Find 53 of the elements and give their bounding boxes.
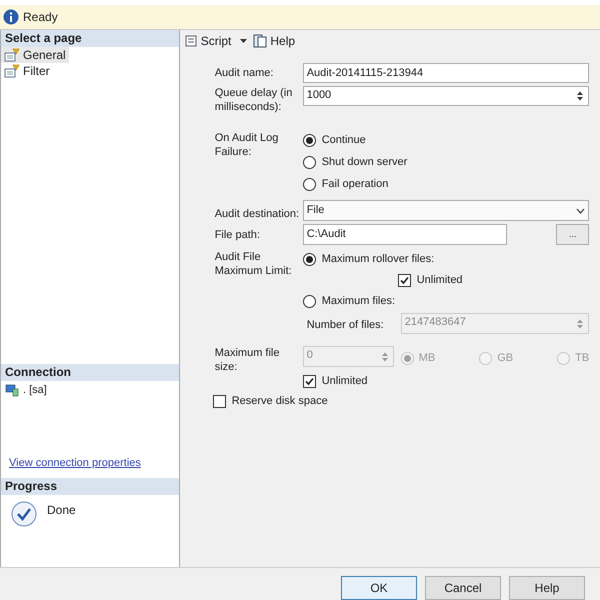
toolbar-button[interactable]: Script bbox=[184, 32, 248, 50]
section-header: Connection bbox=[1, 364, 179, 380]
checkbox-label: Unlimited bbox=[322, 374, 368, 389]
page-item[interactable]: Filter bbox=[1, 63, 179, 79]
checkbox[interactable] bbox=[398, 274, 411, 286]
field-label: Maximum file size: bbox=[214, 346, 280, 375]
field-label: Queue delay (in milliseconds): bbox=[214, 86, 294, 115]
audit-name-field[interactable]: Audit-20141115-213944 bbox=[302, 62, 590, 82]
browse-button[interactable]: ... bbox=[556, 224, 590, 245]
help-book-icon bbox=[253, 34, 268, 48]
radio-button[interactable] bbox=[302, 252, 316, 266]
unit-label: TB bbox=[575, 351, 590, 366]
field-label: Number of files: bbox=[306, 318, 385, 334]
field-label: File path: bbox=[214, 228, 261, 242]
radio-label: Shut down server bbox=[322, 154, 408, 170]
dialog-button[interactable]: Cancel bbox=[425, 576, 501, 600]
radio-button[interactable] bbox=[302, 134, 316, 146]
field-label: Audit destination: bbox=[214, 207, 300, 221]
radio-button[interactable] bbox=[302, 156, 316, 168]
field-label: Audit File Maximum Limit: bbox=[214, 250, 293, 279]
radio-button[interactable] bbox=[302, 178, 316, 190]
dialog-button[interactable]: Help bbox=[509, 576, 585, 600]
progress-status: Done bbox=[47, 502, 76, 519]
file-path-field[interactable]: C:\Audit bbox=[302, 224, 507, 245]
unit-label: GB bbox=[497, 351, 514, 366]
script-icon bbox=[184, 34, 198, 48]
field-label: Audit name: bbox=[214, 66, 274, 80]
checkbox-label: Unlimited bbox=[416, 272, 463, 288]
connection-text: . [sa] bbox=[23, 383, 47, 398]
server-icon bbox=[5, 384, 19, 397]
page-item[interactable]: General bbox=[1, 47, 69, 63]
checkbox-label: Reserve disk space bbox=[232, 394, 328, 409]
field-label: On Audit Log Failure: bbox=[214, 131, 280, 160]
radio-label: Fail operation bbox=[322, 176, 388, 192]
chevron-down-icon bbox=[576, 208, 586, 214]
checkbox[interactable] bbox=[212, 394, 226, 408]
info-icon bbox=[3, 9, 19, 25]
section-header: Progress bbox=[1, 478, 179, 495]
radio-label: Maximum rollover files: bbox=[322, 252, 434, 267]
unit-label: MB bbox=[418, 351, 436, 366]
destination-dropdown[interactable]: File bbox=[302, 200, 590, 221]
radio-label: Maximum files: bbox=[322, 294, 396, 309]
section-header: Select a page bbox=[1, 30, 179, 47]
page-icon bbox=[4, 48, 20, 62]
toolbar-button[interactable]: Help bbox=[253, 32, 296, 50]
queue-delay-field[interactable]: 1000 bbox=[302, 86, 590, 106]
dialog-button[interactable]: OK bbox=[341, 576, 417, 600]
radio-label: Continue bbox=[322, 132, 366, 148]
page-icon bbox=[4, 64, 20, 78]
connection-link[interactable]: View connection properties bbox=[1, 454, 179, 471]
check-circle-icon bbox=[11, 501, 37, 527]
caret-icon bbox=[240, 39, 248, 43]
status-text: Ready bbox=[23, 9, 58, 26]
